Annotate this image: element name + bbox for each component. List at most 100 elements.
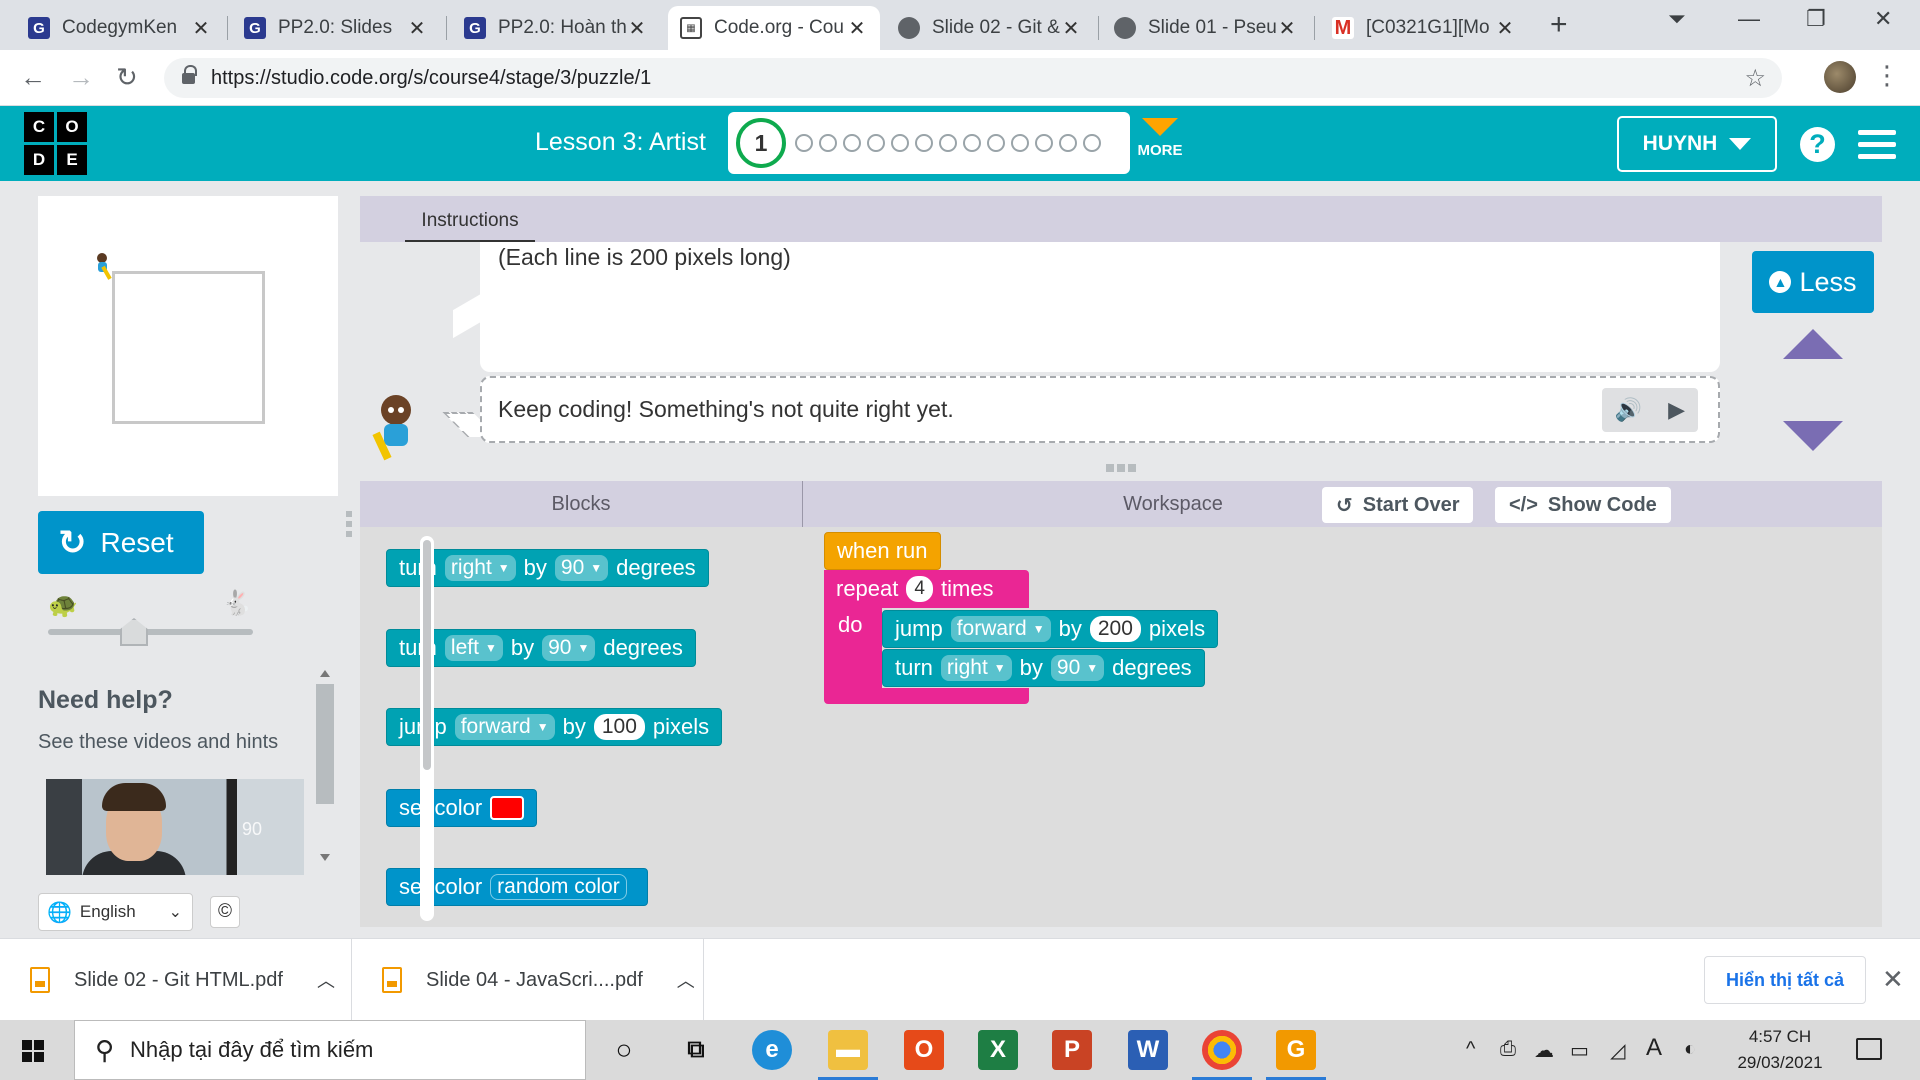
profile-avatar[interactable]: [1824, 61, 1856, 93]
speed-slider-track[interactable]: [48, 629, 253, 635]
scroll-down-arrow-icon[interactable]: [1783, 421, 1843, 451]
direction-dropdown[interactable]: right ▼: [444, 555, 516, 581]
pdf-reader-icon[interactable]: G: [1266, 1030, 1326, 1080]
tab-codegymken[interactable]: G CodegymKen ✕: [16, 6, 224, 50]
forward-arrow-icon[interactable]: →: [68, 62, 94, 93]
close-icon[interactable]: ✕: [190, 16, 212, 41]
chrome-icon[interactable]: [1192, 1030, 1252, 1080]
level-dot[interactable]: [939, 134, 957, 152]
less-button[interactable]: ▲ Less: [1752, 251, 1874, 313]
jump-forward-block[interactable]: jump forward▼ by 100 pixels: [386, 708, 723, 746]
level-dot[interactable]: [1059, 134, 1077, 152]
reload-icon[interactable]: ↻: [116, 62, 138, 93]
close-icon[interactable]: ✕: [1060, 16, 1082, 41]
scroll-down-icon[interactable]: [320, 854, 330, 861]
taskbar-search-box[interactable]: ⚲ Nhập tại đây để tìm kiếm: [74, 1020, 586, 1080]
when-run-block[interactable]: when run: [824, 532, 941, 570]
close-icon[interactable]: ✕: [626, 16, 648, 41]
direction-dropdown[interactable]: forward ▼: [454, 714, 555, 740]
reset-button[interactable]: ↻ Reset: [38, 511, 204, 574]
level-dot[interactable]: [867, 134, 885, 152]
file-explorer-icon[interactable]: ▬: [818, 1030, 878, 1080]
help-video-thumbnail[interactable]: 90: [46, 779, 304, 875]
tab-gmail[interactable]: M [C0321G1][Mo ✕: [1320, 6, 1528, 50]
chevron-up-icon[interactable]: ︿: [317, 967, 335, 993]
turn-right-block[interactable]: turn right ▼ by 90 ▼ degrees: [386, 549, 709, 587]
back-arrow-icon[interactable]: ←: [20, 62, 46, 93]
new-tab-plus-icon[interactable]: +: [1550, 8, 1568, 42]
workspace-canvas[interactable]: when run repeat 4 times do jump forward ▼…: [802, 527, 1882, 927]
help-icon[interactable]: ?: [1800, 127, 1835, 162]
copyright-button[interactable]: ©: [210, 896, 240, 928]
wifi-icon[interactable]: ◿: [1610, 1038, 1625, 1063]
angle-dropdown[interactable]: 90 ▼: [554, 555, 609, 581]
tab-code-org[interactable]: ▦ Code.org - Cou ✕: [668, 6, 880, 50]
random-color-field[interactable]: random color: [490, 874, 627, 900]
scroll-up-arrow-icon[interactable]: [1783, 329, 1843, 359]
browser-menu-icon[interactable]: ⋮: [1874, 60, 1900, 91]
speed-slider-thumb[interactable]: [120, 618, 148, 646]
cortana-icon[interactable]: ○: [604, 1030, 644, 1070]
current-level-bubble[interactable]: 1: [736, 118, 786, 168]
unikey-icon[interactable]: ◐: [1684, 1038, 1696, 1061]
tab-slide-01[interactable]: Slide 01 - Pseu ✕: [1102, 6, 1310, 50]
level-dot[interactable]: [915, 134, 933, 152]
address-bar[interactable]: https://studio.code.org/s/course4/stage/…: [164, 58, 1782, 98]
excel-icon[interactable]: X: [978, 1030, 1018, 1070]
help-scrollbar[interactable]: [316, 666, 334, 866]
color-swatch[interactable]: [490, 796, 525, 820]
close-icon[interactable]: ✕: [846, 16, 868, 41]
input-language-indicator[interactable]: A: [1646, 1034, 1662, 1062]
scroll-thumb[interactable]: [316, 684, 334, 804]
level-dot[interactable]: [1011, 134, 1029, 152]
repeat-count-field[interactable]: 4: [906, 576, 933, 602]
close-icon[interactable]: ✕: [406, 16, 428, 41]
more-levels-button[interactable]: MORE: [1137, 118, 1183, 159]
bookmark-star-icon[interactable]: ☆: [1744, 64, 1766, 93]
window-close-icon[interactable]: ✕: [1874, 6, 1892, 32]
word-icon[interactable]: W: [1128, 1030, 1168, 1070]
codeorg-logo[interactable]: C O D E: [24, 112, 87, 175]
onedrive-icon[interactable]: ☁: [1534, 1038, 1554, 1063]
user-menu-button[interactable]: HUYNH: [1617, 116, 1777, 172]
meet-now-icon[interactable]: ⎙: [1500, 1038, 1516, 1061]
distance-field[interactable]: 200: [1089, 616, 1141, 642]
speaker-icon[interactable]: 🔊: [1615, 397, 1642, 423]
office-icon[interactable]: O: [904, 1030, 944, 1070]
close-icon[interactable]: ✕: [1276, 16, 1298, 41]
direction-dropdown[interactable]: forward ▼: [950, 616, 1051, 642]
tab-search-icon[interactable]: ⏷: [1668, 6, 1686, 32]
set-color-block[interactable]: set color: [386, 789, 538, 827]
edge-icon[interactable]: e: [752, 1030, 792, 1070]
level-dot[interactable]: [963, 134, 981, 152]
task-view-icon[interactable]: ⧉: [676, 1030, 716, 1070]
lesson-title[interactable]: Lesson 3: Artist: [535, 128, 706, 157]
level-dot[interactable]: [795, 134, 813, 152]
restore-icon[interactable]: ❐: [1806, 6, 1826, 32]
turn-right-90-block[interactable]: turn right ▼ by 90 ▼ degrees: [882, 649, 1205, 687]
distance-field[interactable]: 100: [593, 714, 645, 740]
panel-resize-handle[interactable]: [346, 511, 352, 539]
download-item[interactable]: Slide 02 - Git HTML.pdf ︿: [0, 939, 352, 1021]
language-select[interactable]: 🌐 English ⌄: [38, 893, 193, 931]
angle-dropdown[interactable]: 90 ▼: [1050, 655, 1105, 681]
level-dot[interactable]: [843, 134, 861, 152]
level-dot[interactable]: [1035, 134, 1053, 152]
instructions-resize-grip[interactable]: [1106, 464, 1136, 472]
tab-pp2-slides[interactable]: G PP2.0: Slides ✕: [232, 6, 440, 50]
tab-pp2-hoan-thanh[interactable]: G PP2.0: Hoàn thà ✕: [452, 6, 660, 50]
tab-instructions[interactable]: Instructions: [405, 204, 535, 242]
windows-start-icon[interactable]: [22, 1040, 44, 1062]
system-clock[interactable]: 4:57 CH 29/03/2021: [1720, 1024, 1840, 1076]
powerpoint-icon[interactable]: P: [1052, 1030, 1092, 1070]
start-over-button[interactable]: ↺ Start Over: [1322, 487, 1474, 523]
level-dot[interactable]: [1083, 134, 1101, 152]
repeat-block[interactable]: repeat 4 times: [824, 570, 1029, 608]
direction-dropdown[interactable]: left ▼: [444, 635, 503, 661]
tray-expand-icon[interactable]: ^: [1466, 1038, 1475, 1061]
show-code-button[interactable]: </> Show Code: [1495, 487, 1671, 523]
jump-forward-200-block[interactable]: jump forward ▼ by 200 pixels: [882, 610, 1219, 648]
chevron-up-icon[interactable]: ︿: [677, 967, 695, 993]
level-dot[interactable]: [891, 134, 909, 152]
tab-slide-02[interactable]: Slide 02 - Git & ✕: [886, 6, 1094, 50]
